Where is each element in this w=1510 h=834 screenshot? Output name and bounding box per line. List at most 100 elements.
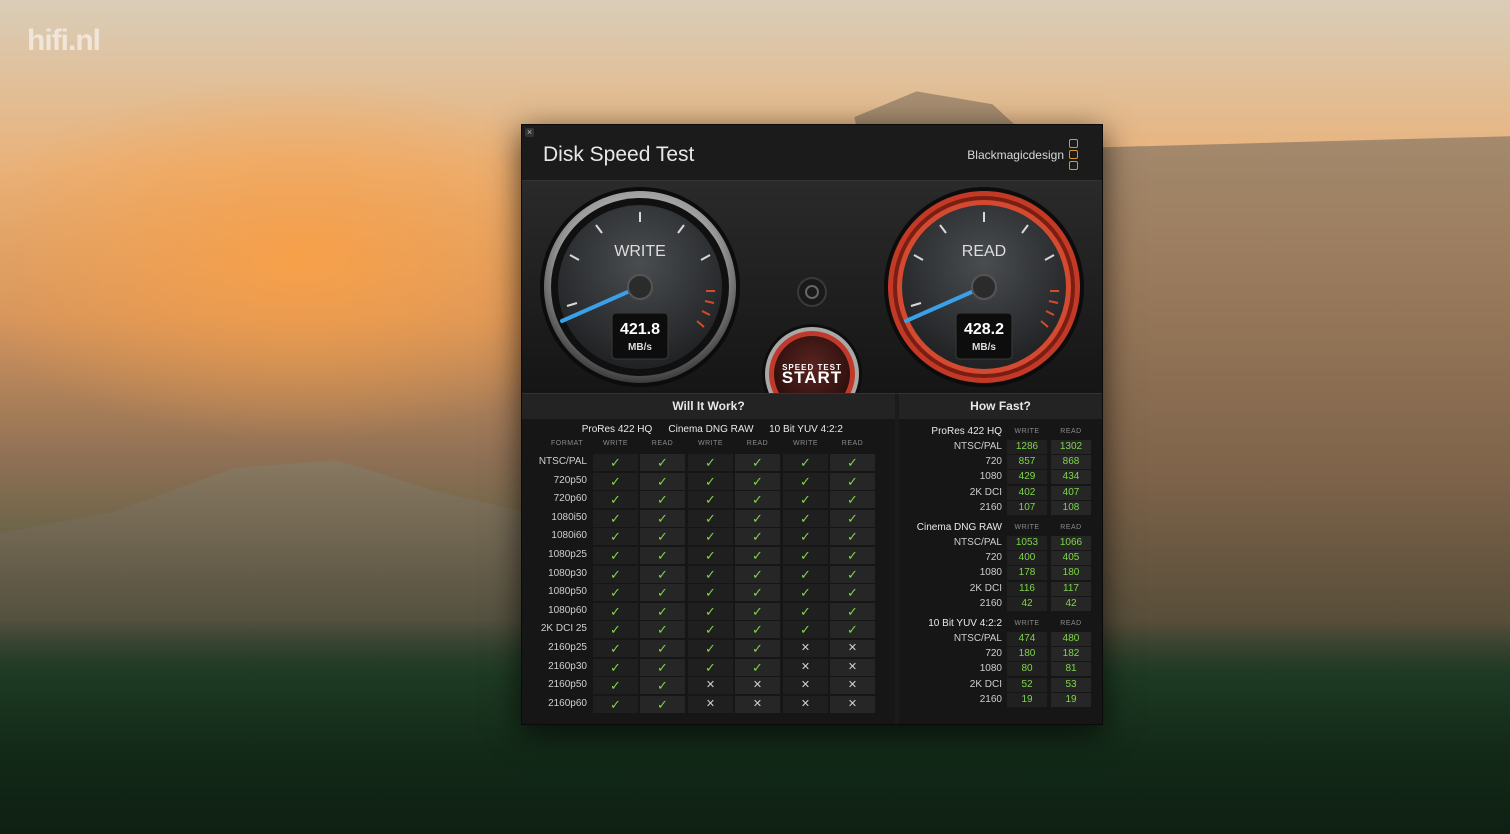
check-icon: ✓ [735,565,780,583]
check-icon: ✓ [640,602,685,620]
how-fast-row-label: 720 [985,456,1002,468]
format-row-label: 1080p25 [548,549,587,560]
format-row-label: 1080p30 [548,567,587,579]
read-speed-value: 428.2 [963,321,1005,338]
how-fast-read-value: 108 [1051,500,1091,515]
how-fast-group-title: ProRes 422 HQ [931,426,1002,437]
check-icon: ✓ [593,584,638,602]
cross-icon: ✕ [783,640,828,657]
check-icon: ✓ [830,584,875,602]
disk-speed-test-window: × Disk Speed Test Blackmagicdesign WRITE… [521,124,1103,725]
check-icon: ✓ [830,491,875,509]
cross-icon: ✕ [735,695,780,713]
format-row-label: 2160p25 [548,642,587,653]
how-fast-title: How Fast? [899,394,1102,419]
how-fast-row-label: 2K DCI [969,582,1002,594]
how-fast-write-value: 180 [1007,647,1047,662]
cross-icon: ✕ [783,677,828,695]
how-fast-row-label: 2160 [979,597,1002,609]
how-fast-read-value: 1066 [1051,536,1091,550]
check-icon: ✓ [830,547,875,564]
settings-button[interactable] [798,278,826,306]
how-fast-row-label: 2160 [979,693,1002,705]
check-icon: ✓ [688,640,733,657]
check-icon: ✓ [593,528,638,546]
cross-icon: ✕ [688,695,733,713]
cell-subheader: READ [746,440,769,447]
check-icon: ✓ [830,509,875,527]
will-it-work-panel: Will It Work? ProRes 422 HQ Cinema DNG RA… [522,394,895,724]
how-fast-read-value: 42 [1051,596,1091,611]
check-icon: ✓ [830,472,875,490]
check-icon: ✓ [830,621,875,639]
format-row-label: 2160p60 [548,697,587,709]
check-icon: ✓ [783,602,828,620]
how-fast-row-label: 720 [985,552,1002,564]
check-icon: ✓ [640,584,685,602]
check-icon: ✓ [735,640,780,657]
how-fast-write-value: 474 [1007,632,1047,646]
check-icon: ✓ [640,547,685,564]
check-icon: ✓ [735,602,780,620]
how-fast-read-value: 19 [1051,692,1091,707]
check-icon: ✓ [783,491,828,509]
cell-subheader: WRITE [697,440,724,447]
how-fast-write-value: 42 [1007,596,1047,611]
check-icon: ✓ [593,509,638,527]
format-row-label: 720p50 [553,474,587,486]
how-fast-write-value: 178 [1007,566,1047,581]
check-icon: ✓ [688,602,733,620]
check-icon: ✓ [735,491,780,509]
write-speed-value: 421.8 [619,321,661,338]
cell-subheader: READ [651,440,674,447]
check-icon: ✓ [688,547,733,564]
check-icon: ✓ [640,528,685,546]
codec-header: 10 Bit YUV 4:2:2 [769,424,843,435]
how-fast-read-header: READ [1060,524,1082,531]
check-icon: ✓ [735,528,780,546]
how-fast-write-value: 429 [1007,470,1047,485]
cross-icon: ✕ [830,677,875,695]
how-fast-panel: How Fast? ProRes 422 HQ WRITE READ NTSC/PAL… [899,394,1102,724]
check-icon: ✓ [593,547,638,564]
check-icon: ✓ [783,509,828,527]
cell-subheader: WRITE [602,440,629,447]
how-fast-row-label: 1080 [979,471,1002,483]
cross-icon: ✕ [830,695,875,713]
check-icon: ✓ [783,565,828,583]
check-icon: ✓ [688,454,733,471]
codec-header: ProRes 422 HQ [581,424,653,435]
how-fast-read-header: READ [1060,620,1082,627]
read-gauge [884,187,1084,387]
will-it-work-title: Will It Work? [522,394,895,419]
check-icon: ✓ [593,454,638,471]
write-gauge-label: WRITE [614,243,666,260]
check-icon: ✓ [783,472,828,490]
how-fast-write-value: 1053 [1007,536,1047,550]
close-button[interactable]: × [525,128,534,137]
how-fast-write-value: 52 [1007,677,1047,692]
format-row-label: 2K DCI 25 [540,623,587,635]
check-icon: ✓ [640,640,685,657]
format-row-label: 720p60 [553,493,587,505]
how-fast-row-label: NTSC/PAL [953,633,1002,644]
window-title: Disk Speed Test [543,143,695,166]
how-fast-read-value: 180 [1051,566,1091,581]
check-icon: ✓ [593,677,638,695]
check-icon: ✓ [688,584,733,602]
how-fast-row-label: NTSC/PAL [953,441,1002,452]
check-icon: ✓ [735,472,780,490]
check-icon: ✓ [640,695,685,713]
how-fast-row-label: 2160 [979,501,1002,513]
format-row-label: 1080i60 [551,530,587,542]
cell-subheader: READ [841,440,864,447]
check-icon: ✓ [783,547,828,564]
check-icon: ✓ [593,695,638,713]
how-fast-write-header: WRITE [1014,620,1040,627]
check-icon: ✓ [688,509,733,527]
how-fast-write-value: 402 [1007,485,1047,500]
how-fast-write-value: 19 [1007,692,1047,707]
how-fast-write-value: 857 [1007,455,1047,470]
check-icon: ✓ [640,621,685,639]
read-speed-unit: MB/s [972,342,996,353]
